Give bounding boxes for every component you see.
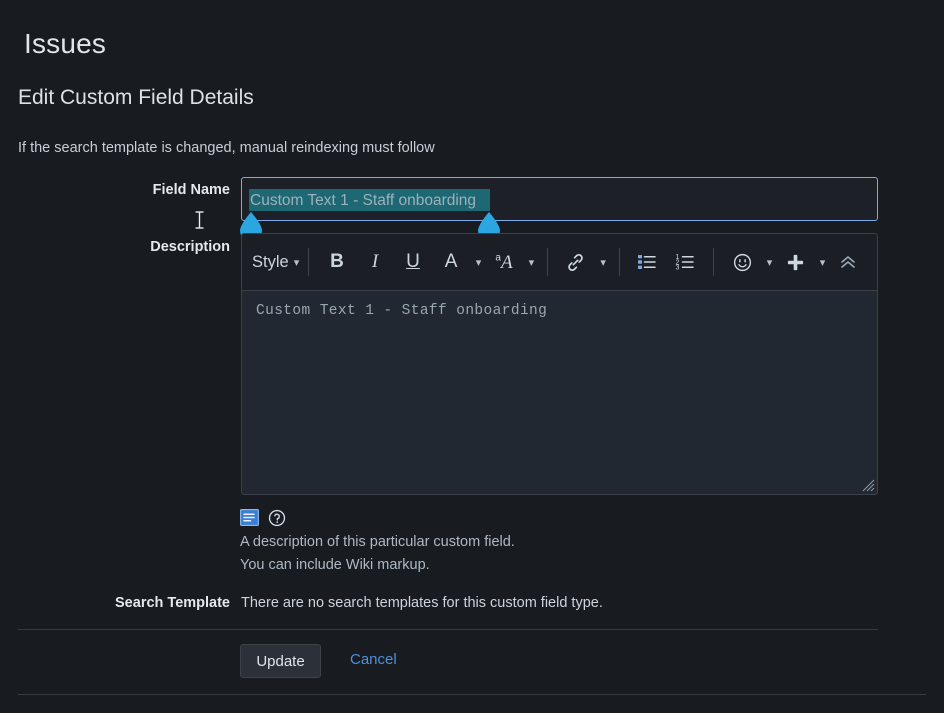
field-name-input[interactable] bbox=[241, 177, 878, 221]
chevron-down-icon: ▾ bbox=[819, 256, 826, 269]
numbered-list-button[interactable]: 1 2 3 bbox=[666, 245, 704, 279]
chevron-down-icon: ▾ bbox=[475, 256, 482, 269]
rich-text-editor: Style ▾ B I U A ▾ aA ▾ ▾ 1 2 3 ▾ ▾ Custo… bbox=[241, 233, 878, 495]
toolbar-divider bbox=[713, 248, 715, 276]
footer-divider-bottom bbox=[18, 694, 926, 695]
toolbar-divider bbox=[618, 248, 620, 276]
font-color-dropdown[interactable]: ▾ bbox=[470, 245, 485, 279]
preview-icon[interactable] bbox=[240, 509, 259, 526]
app-title: Issues bbox=[24, 28, 107, 59]
link-button[interactable] bbox=[557, 245, 595, 279]
help-icon[interactable] bbox=[267, 509, 286, 526]
highlight-main-letter: A bbox=[500, 251, 513, 273]
chevron-down-icon: ▾ bbox=[528, 256, 535, 269]
editor-toolbar: Style ▾ B I U A ▾ aA ▾ ▾ 1 2 3 ▾ ▾ bbox=[241, 233, 878, 488]
emoji-dropdown[interactable]: ▾ bbox=[761, 245, 776, 279]
emoji-button[interactable] bbox=[723, 245, 761, 279]
underline-button[interactable]: U bbox=[394, 245, 432, 279]
editor-footer-icons bbox=[240, 509, 286, 526]
highlight-color-dropdown[interactable]: ▾ bbox=[523, 245, 538, 279]
highlight-color-button[interactable]: aA bbox=[485, 245, 523, 279]
page-subtitle: If the search template is changed, manua… bbox=[18, 140, 435, 156]
toolbar-divider bbox=[546, 248, 548, 276]
font-color-button[interactable]: A bbox=[432, 245, 568, 488]
text-cursor-ibeam bbox=[194, 211, 205, 229]
chevron-down-icon: ▾ bbox=[600, 256, 606, 269]
toolbar-divider bbox=[308, 248, 310, 276]
chevron-down-icon: ▾ bbox=[293, 256, 300, 269]
cancel-link[interactable]: Cancel bbox=[350, 651, 397, 668]
field-name-label: Field Name bbox=[152, 182, 230, 198]
description-help-line-1: A description of this particular custom … bbox=[240, 534, 515, 550]
collapse-toolbar-button[interactable] bbox=[829, 245, 867, 279]
highlight-color-letter: aA bbox=[495, 253, 512, 272]
page-root: Issues Edit Custom Field Details If the … bbox=[0, 0, 944, 713]
description-help-line-2: You can include Wiki markup. bbox=[240, 557, 430, 573]
update-button[interactable]: Update bbox=[240, 644, 321, 678]
style-dropdown[interactable]: Style ▾ bbox=[252, 245, 299, 279]
italic-button[interactable]: I bbox=[356, 245, 394, 279]
insert-more-button[interactable] bbox=[776, 245, 814, 279]
description-editor-body[interactable]: Custom Text 1 - Staff onboarding bbox=[241, 290, 878, 495]
bulleted-list-button[interactable] bbox=[628, 245, 666, 279]
description-label: Description bbox=[150, 239, 230, 255]
page-title: Edit Custom Field Details bbox=[18, 86, 254, 109]
search-template-value: There are no search templates for this c… bbox=[241, 595, 603, 611]
resize-grip-icon[interactable] bbox=[859, 476, 875, 492]
description-editor-text: Custom Text 1 - Staff onboarding bbox=[256, 303, 548, 319]
insert-more-dropdown[interactable]: ▾ bbox=[814, 245, 829, 279]
font-color-letter: A bbox=[444, 250, 458, 272]
link-dropdown[interactable]: ▾ bbox=[595, 245, 610, 279]
style-dropdown-label: Style bbox=[252, 252, 289, 271]
footer-divider-top bbox=[18, 629, 878, 630]
chevron-down-icon: ▾ bbox=[766, 256, 773, 269]
svg-text:3: 3 bbox=[676, 265, 680, 271]
bold-button[interactable]: B bbox=[318, 245, 356, 279]
search-template-label: Search Template bbox=[115, 595, 230, 611]
